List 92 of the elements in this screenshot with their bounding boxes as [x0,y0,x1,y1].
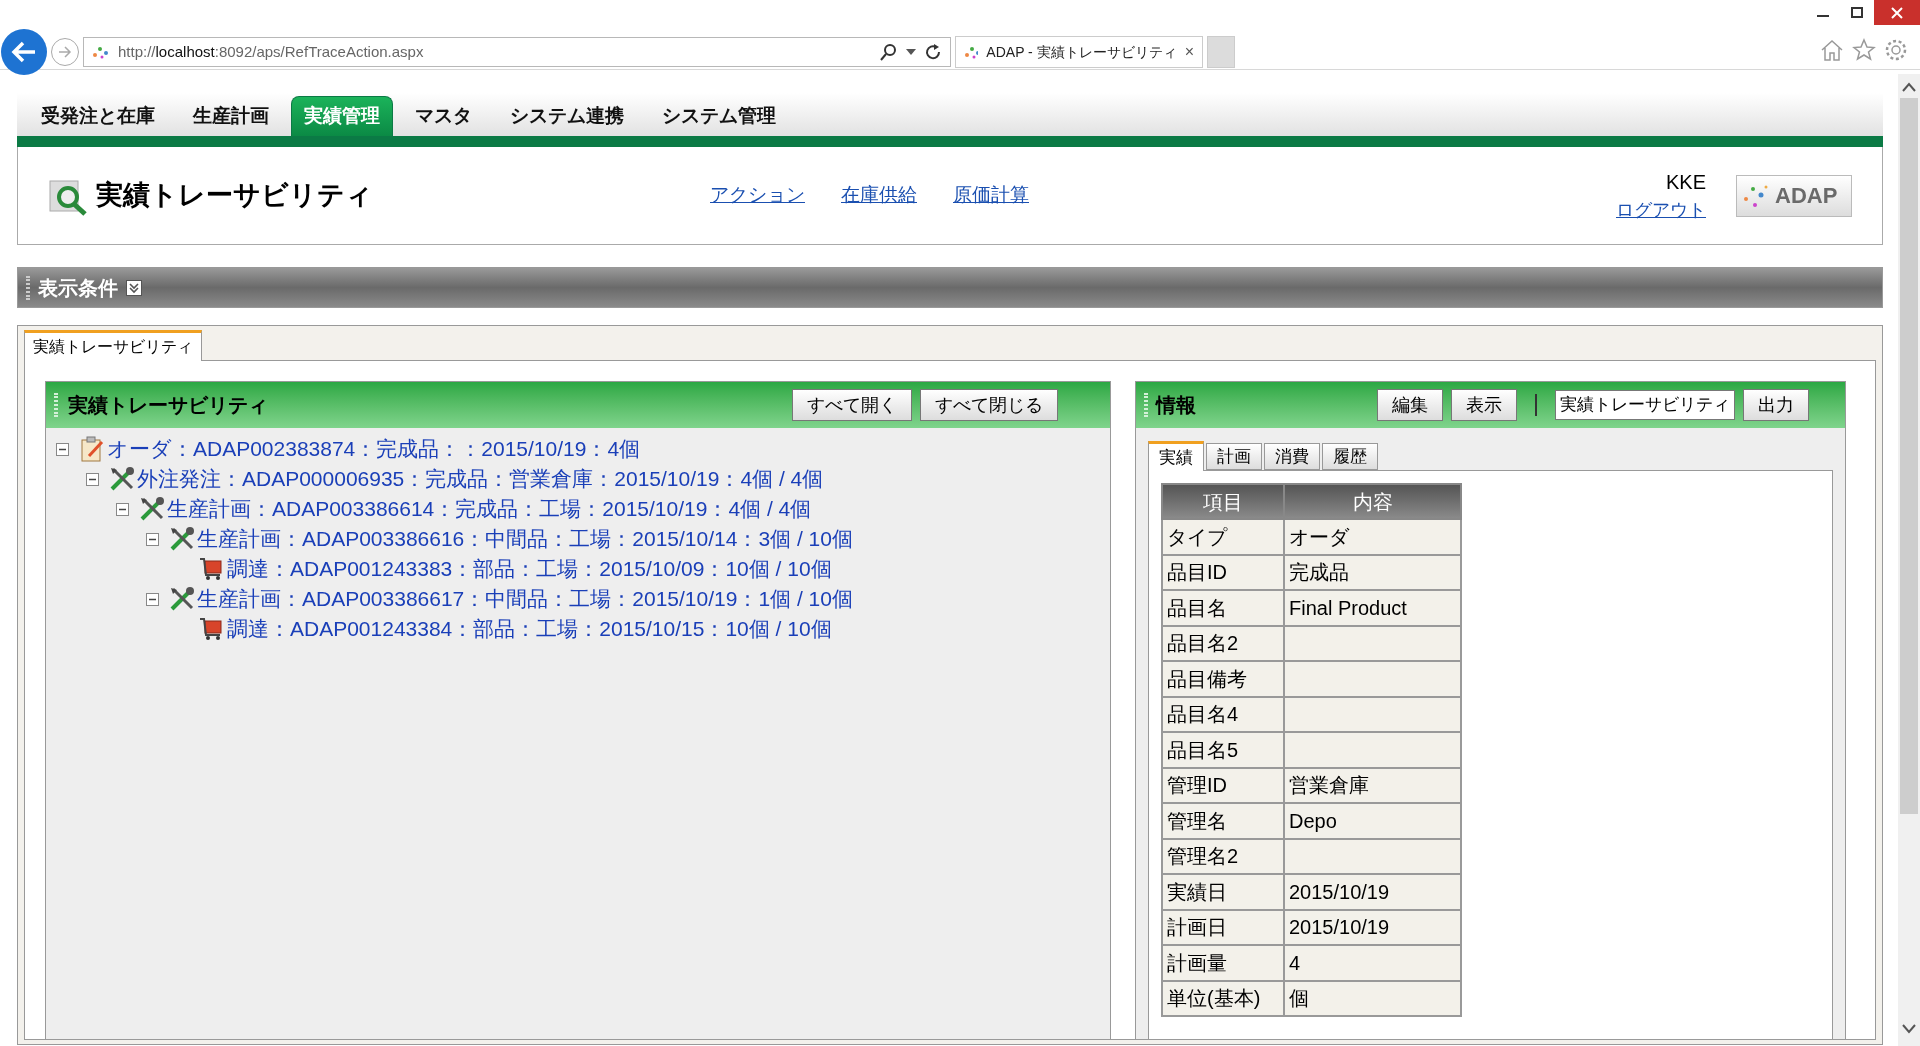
tools-icon [169,586,195,612]
clipboard-icon [79,436,105,462]
view-select[interactable]: 実績トレーサビリティ [1555,390,1735,420]
table-cell: タイプ [1162,519,1284,555]
panel-title: 実績トレーサビリティ [68,393,269,418]
table-cell: オーダ [1284,519,1461,555]
table-cell: Depo [1284,803,1461,839]
star-icon[interactable] [1852,38,1876,62]
scrollbar[interactable] [1898,74,1920,1046]
table-cell: 品目名2 [1162,625,1284,661]
table-cell: 個 [1284,980,1461,1016]
toolbar-button[interactable]: 表示 [1451,389,1517,421]
nav-tab[interactable]: マスタ [399,96,488,136]
table-cell: 品目名4 [1162,696,1284,732]
table-cell: 管理名2 [1162,838,1284,874]
header-link[interactable]: アクション [710,181,805,210]
tree-item[interactable]: 生産計画：ADAP003386614：完成品：工場：2015/10/19：4個 / 4個 [167,493,812,525]
tree-item[interactable]: 生産計画：ADAP003386617：中間品：工場：2015/10/19：1個 / 10個 [197,583,853,615]
tree-item[interactable]: 調達：ADAP001243383：部品：工場：2015/10/09：10個 / 10個 [227,553,832,585]
tab-title: ADAP - 実績トレーサビリティ [986,42,1177,62]
scroll-down-icon[interactable] [1902,1024,1916,1034]
back-button[interactable] [1,29,47,75]
table-cell: 営業倉庫 [1284,767,1461,803]
table-cell: 完成品 [1284,554,1461,590]
home-icon[interactable] [1820,38,1844,62]
tools-icon [109,466,135,492]
url-text: http://localhost:8092/aps/RefTraceAction.aspx [118,41,425,62]
table-cell: 品目名5 [1162,732,1284,768]
column-header: 項目 [1162,484,1284,519]
column-header: 内容 [1284,484,1461,519]
table-cell: 2015/10/19 [1284,874,1461,910]
scroll-up-icon[interactable] [1902,82,1916,92]
table-cell: Final Product [1284,590,1461,626]
tab-close-button[interactable]: × [1184,40,1194,64]
arrow-icon [11,41,37,63]
table-cell: 品目ID [1162,554,1284,590]
output-button[interactable]: 出力 [1743,389,1809,421]
collapse-toggle[interactable] [146,592,159,606]
table-cell: 品目名 [1162,590,1284,626]
conditions-bar[interactable]: 表示条件 [17,267,1883,308]
collapse-toggle[interactable] [116,502,129,516]
table-cell: 実績日 [1162,874,1284,910]
nav-tab[interactable]: 受発注と在庫 [25,96,171,136]
site-icon [92,45,110,59]
table-cell: 4 [1284,945,1461,981]
tree-item[interactable]: 外注発注：ADAP000006935：完成品：営業倉庫：2015/10/19：4個 / 4個 [137,463,824,495]
toolbar-button[interactable]: 編集 [1377,389,1443,421]
table-cell: 2015/10/19 [1284,909,1461,945]
close-icon[interactable] [1874,0,1920,25]
info-tab[interactable]: 計画 [1206,443,1262,470]
page-title: 実績トレーサビリティ [96,179,374,213]
tree-button[interactable]: すべて開く [792,389,912,421]
collapse-toggle[interactable] [56,442,69,456]
tree-item[interactable]: オーダ：ADAP002383874：完成品：：2015/10/19：4個 [107,433,641,465]
nav-tab[interactable]: システム管理 [646,96,792,136]
nav-tab[interactable]: システム連携 [494,96,640,136]
tree-item[interactable]: 生産計画：ADAP003386616：中間品：工場：2015/10/14：3個 / 10個 [197,523,853,555]
settings-icon[interactable] [1884,38,1908,62]
address-bar[interactable]: http://localhost:8092/aps/RefTraceAction.aspx [83,37,951,67]
search-icon[interactable] [880,43,898,61]
table-cell: 単位(基本) [1162,980,1284,1016]
logout-link[interactable]: ログアウト [1616,197,1706,224]
collapse-toggle[interactable] [146,532,159,546]
cart-icon [199,616,225,642]
arrow-icon [58,46,72,58]
tools-icon [169,526,195,552]
info-tab[interactable]: 履歴 [1322,443,1378,470]
table-cell: 管理名 [1162,803,1284,839]
table-cell: 計画日 [1162,909,1284,945]
site-icon [964,45,979,59]
table-cell: 計画量 [1162,945,1284,981]
tree-button[interactable]: すべて閉じる [920,389,1058,421]
dropdown-icon[interactable] [906,49,916,55]
refresh-icon[interactable] [924,43,942,61]
tree-item[interactable]: 調達：ADAP001243384：部品：工場：2015/10/15：10個 / 10個 [227,613,832,645]
browser-tab[interactable]: ADAP - 実績トレーサビリティ × [955,36,1203,68]
table-cell: 管理ID [1162,767,1284,803]
section-title: 表示条件 [38,275,118,301]
info-tab[interactable]: 消費 [1264,443,1320,470]
page-tab[interactable]: 実績トレーサビリティ [24,330,202,361]
collapse-toggle[interactable] [86,472,99,486]
panel-title: 情報 [1156,393,1197,418]
header-link[interactable]: 在庫供給 [841,181,917,210]
collapse-icon[interactable] [126,279,142,296]
info-tab[interactable]: 実績 [1148,441,1204,471]
header-link[interactable]: 原価計算 [953,181,1029,210]
table-cell: 品目備考 [1162,661,1284,697]
user-name: KKE [1665,170,1706,195]
nav-tab[interactable]: 生産計画 [177,96,285,136]
cart-icon [199,556,225,582]
tools-icon [139,496,165,522]
logo: ADAP [1736,174,1852,217]
